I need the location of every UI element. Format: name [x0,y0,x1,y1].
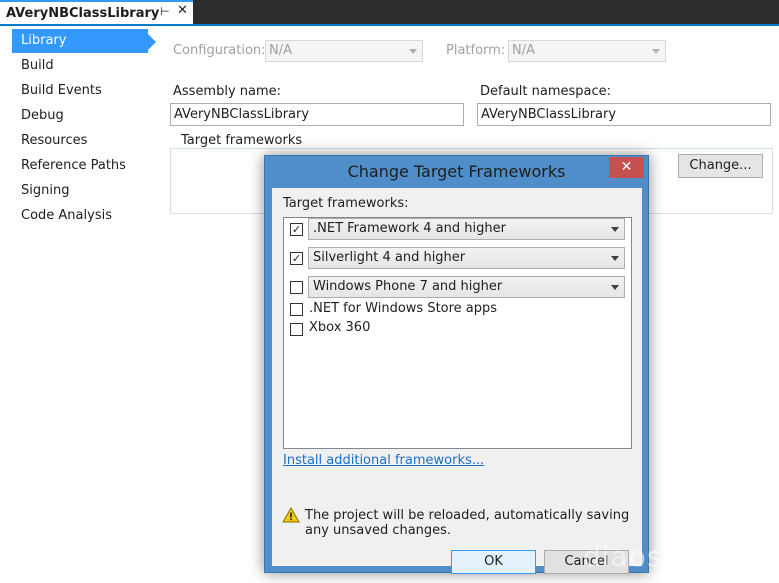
framework-label-xbox: Xbox 360 [309,320,371,335]
framework-select-value: Windows Phone 7 and higher [313,279,503,294]
dialog-body: Target frameworks: ✓ .NET Framework 4 an… [272,188,642,574]
nav-item-label: Build [21,58,54,73]
framework-checkbox-windows-store[interactable] [290,303,303,316]
change-frameworks-button[interactable]: Change... [678,154,763,178]
platform-select[interactable]: N/A [508,40,666,62]
nav-item-reference-paths[interactable]: Reference Paths [12,154,148,178]
nav-item-build-events[interactable]: Build Events [12,79,148,103]
document-tab-strip: AVeryNBClassLibrary ⊢ ✕ [0,0,779,26]
nav-item-label: Debug [21,108,64,123]
target-frameworks-group-label: Target frameworks [179,133,305,148]
framework-checkbox-net[interactable]: ✓ [290,223,303,236]
nav-item-label: Resources [21,133,88,148]
install-frameworks-link[interactable]: Install additional frameworks... [283,453,484,468]
ok-button[interactable]: OK [451,550,536,574]
framework-label-windows-store: .NET for Windows Store apps [309,301,498,316]
framework-select-windows-phone[interactable]: Windows Phone 7 and higher [308,276,625,298]
framework-select-net[interactable]: .NET Framework 4 and higher [308,218,625,240]
nav-item-signing[interactable]: Signing [12,179,148,203]
nav-item-label: Reference Paths [21,158,126,173]
assembly-name-field[interactable]: AVeryNBClassLibrary [170,103,464,126]
nav-item-build[interactable]: Build [12,54,148,78]
configuration-select[interactable]: N/A [265,40,423,62]
assembly-name-label: Assembly name: [173,84,282,99]
nav-item-label: Code Analysis [21,208,112,223]
default-namespace-label: Default namespace: [480,84,612,99]
framework-checkbox-silverlight[interactable]: ✓ [290,252,303,265]
close-icon[interactable]: ✕ [177,3,188,18]
framework-checkbox-windows-phone[interactable] [290,281,303,294]
configuration-value: N/A [269,43,292,58]
reload-warning-text: The project will be reloaded, automatica… [305,508,630,538]
chevron-down-icon [652,49,660,54]
nav-item-resources[interactable]: Resources [12,129,148,153]
watermark: diaosbook.com [583,540,779,573]
configuration-label: Configuration: [173,43,266,58]
platform-label: Platform: [446,43,506,58]
close-icon[interactable]: ✕ [609,157,644,178]
nav-item-label: Build Events [21,83,102,98]
warning-icon [282,507,300,523]
nav-item-library[interactable]: Library [12,29,148,53]
platform-value: N/A [512,43,535,58]
default-namespace-field[interactable]: AVeryNBClassLibrary [477,103,771,126]
document-tab[interactable]: AVeryNBClassLibrary ⊢ ✕ [0,0,193,24]
framework-checkbox-xbox[interactable] [290,323,303,336]
nav-item-label: Library [21,33,67,48]
chevron-down-icon [611,285,619,290]
default-namespace-value: AVeryNBClassLibrary [481,107,617,122]
nav-item-label: Signing [21,183,70,198]
nav-active-arrow [148,34,156,50]
nav-item-debug[interactable]: Debug [12,104,148,128]
document-tab-title: AVeryNBClassLibrary [6,5,160,21]
frameworks-list[interactable]: ✓ .NET Framework 4 and higher ✓ Silverli… [283,217,632,449]
framework-select-value: .NET Framework 4 and higher [313,221,506,236]
chevron-down-icon [611,227,619,232]
frameworks-list-label: Target frameworks: [283,196,409,211]
nav-item-code-analysis[interactable]: Code Analysis [12,204,148,228]
change-target-frameworks-dialog: Change Target Frameworks ✕ Target framew… [264,155,649,574]
chevron-down-icon [611,256,619,261]
dialog-title: Change Target Frameworks [347,162,566,181]
chevron-down-icon [409,49,417,54]
framework-select-silverlight[interactable]: Silverlight 4 and higher [308,247,625,269]
property-nav: Library Build Build Events Debug Resourc… [0,26,160,583]
assembly-name-value: AVeryNBClassLibrary [174,107,310,122]
framework-select-value: Silverlight 4 and higher [313,250,466,265]
pin-icon[interactable]: ⊢ [160,5,170,18]
